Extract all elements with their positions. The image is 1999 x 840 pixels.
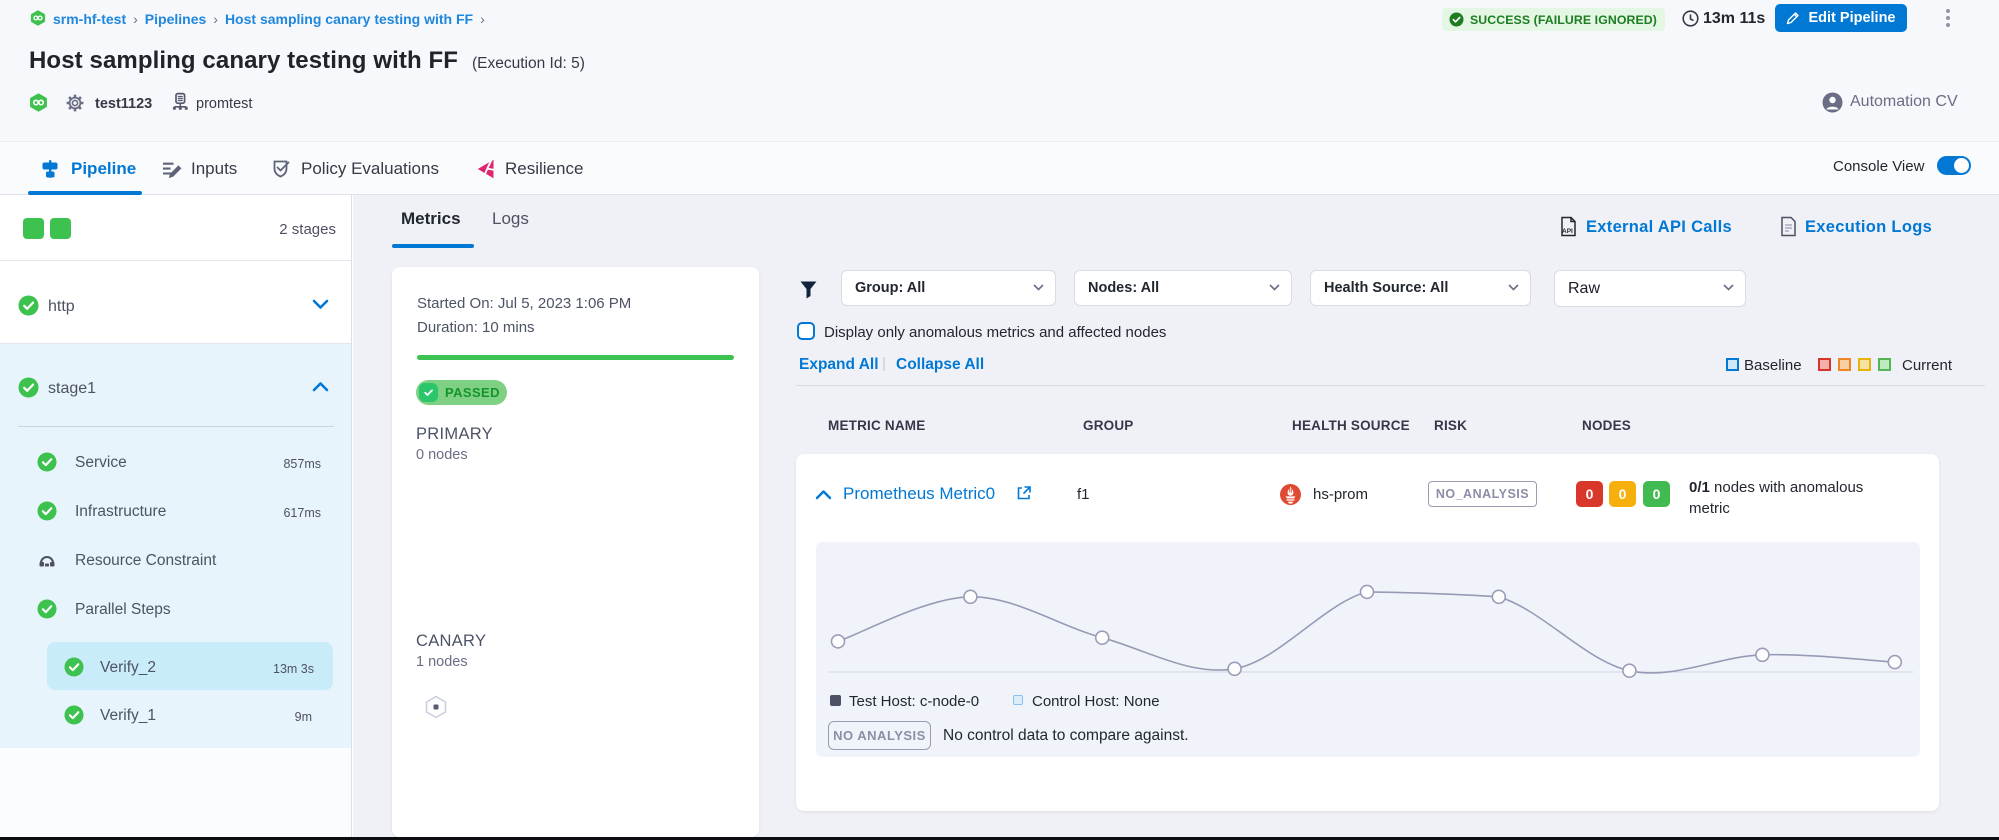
svg-text:API: API — [1562, 228, 1573, 235]
